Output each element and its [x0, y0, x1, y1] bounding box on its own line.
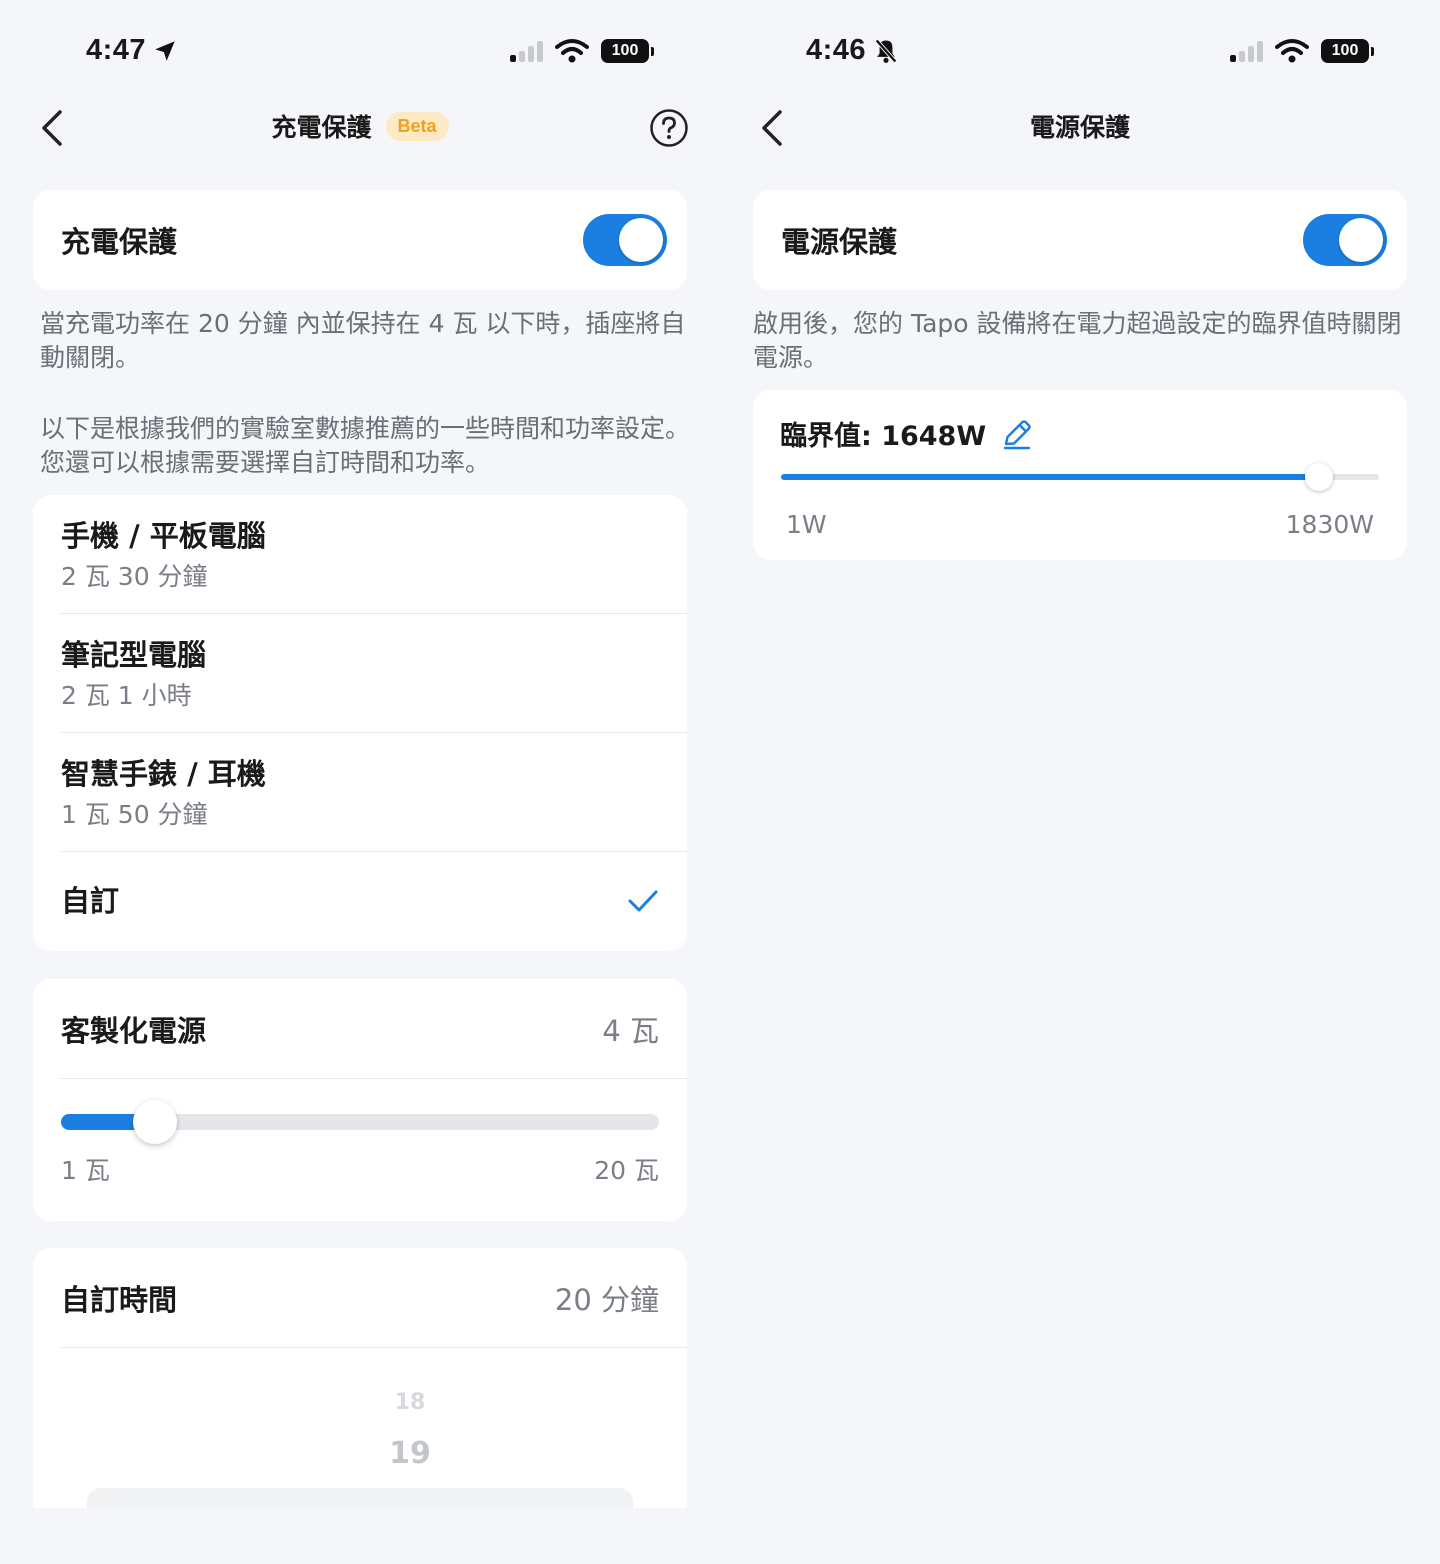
divider: [61, 1078, 687, 1079]
option-subtitle: 2 瓦 1 小時: [61, 681, 192, 710]
threshold-label: 臨界值: 1648W: [780, 421, 987, 452]
wifi-icon: [1275, 39, 1309, 63]
option-title: 智慧手錶 / 耳機: [61, 757, 266, 791]
checkmark-icon: [628, 890, 658, 912]
charge-protection-description: 當充電功率在 20 分鐘 內並保持在 4 瓦 以下時，插座將自動關閉。: [40, 309, 686, 372]
custom-power-card: 客製化電源 4 瓦 1 瓦 20 瓦: [33, 979, 687, 1221]
preset-description: 以下是根據我們的實驗室數據推薦的一些時間和功率設定。您還可以根據需要選擇自訂時間…: [40, 414, 691, 477]
picker-selection-band: [87, 1488, 633, 1508]
slider-max-label: 1830W: [1285, 510, 1374, 539]
edit-pencil-icon[interactable]: [1000, 417, 1034, 451]
page-title: 電源保護: [720, 108, 1440, 144]
slider-min-label: 1 瓦: [61, 1156, 110, 1185]
custom-time-card: 自訂時間 20 分鐘 18 19: [33, 1248, 687, 1508]
threshold-header: 臨界值: 1648W: [780, 414, 1034, 453]
option-title: 筆記型電腦: [61, 638, 207, 672]
option-subtitle: 1 瓦 50 分鐘: [61, 800, 208, 829]
preset-option-custom[interactable]: 自訂: [33, 852, 687, 950]
charge-protection-screen: 4:47 100 充電保護 Beta 充電保護 當充電功率在 20 分鐘 內並保…: [0, 0, 720, 1564]
battery-icon: 100: [1321, 39, 1374, 63]
power-protection-screen: 4:46 100 電源保護 電源保護 啟用後，您的 Tapo 設備將在電力超過設…: [720, 0, 1440, 1564]
page-title-text: 電源保護: [1029, 113, 1130, 142]
charge-protection-toggle[interactable]: [583, 214, 667, 266]
question-circle-icon: [650, 109, 688, 147]
slider-min-label: 1W: [786, 510, 827, 539]
option-subtitle: 2 瓦 30 分鐘: [61, 562, 208, 591]
page-title: 充電保護 Beta: [0, 108, 720, 144]
custom-power-slider[interactable]: [61, 1100, 659, 1144]
wifi-icon: [555, 39, 589, 63]
preset-option-laptop[interactable]: 筆記型電腦 2 瓦 1 小時: [33, 614, 687, 733]
cellular-signal-icon: [1230, 40, 1263, 62]
status-time-text: 4:47: [86, 34, 147, 66]
battery-level: 100: [1321, 39, 1369, 63]
custom-power-label: 客製化電源: [61, 1014, 207, 1048]
preset-option-phone-tablet[interactable]: 手機 / 平板電腦 2 瓦 30 分鐘: [33, 495, 687, 614]
slider-thumb[interactable]: [133, 1100, 177, 1144]
option-title: 手機 / 平板電腦: [61, 519, 266, 553]
threshold-slider[interactable]: [781, 463, 1379, 491]
status-time: 4:47: [86, 34, 178, 67]
divider: [61, 1347, 687, 1348]
bell-slash-icon: [875, 38, 897, 63]
slider-thumb[interactable]: [1305, 463, 1333, 491]
beta-badge: Beta: [385, 111, 449, 141]
status-icons: 100: [510, 38, 654, 64]
custom-power-value: 4 瓦: [602, 1014, 659, 1048]
power-protection-toggle[interactable]: [1303, 214, 1387, 266]
location-arrow-icon: [155, 40, 175, 61]
battery-icon: 100: [601, 39, 654, 63]
toggle-label: 電源保護: [781, 225, 898, 259]
slider-fill: [781, 474, 1319, 480]
power-protection-description: 啟用後，您的 Tapo 設備將在電力超過設定的臨界值時關閉電源。: [753, 309, 1402, 372]
cellular-signal-icon: [510, 40, 543, 62]
option-title: 自訂: [61, 884, 120, 918]
help-button[interactable]: [649, 108, 689, 148]
status-time-text: 4:46: [806, 34, 867, 66]
slider-max-label: 20 瓦: [594, 1156, 659, 1185]
page-title-text: 充電保護: [271, 113, 372, 142]
charge-protection-toggle-card: 充電保護: [33, 190, 687, 290]
status-icons: 100: [1230, 38, 1374, 64]
preset-options-card: 手機 / 平板電腦 2 瓦 30 分鐘 筆記型電腦 2 瓦 1 小時 智慧手錶 …: [33, 495, 687, 951]
threshold-card: 臨界值: 1648W 1W 1830W: [753, 390, 1407, 560]
picker-value: 19: [389, 1436, 431, 1471]
preset-option-watch-earbuds[interactable]: 智慧手錶 / 耳機 1 瓦 50 分鐘: [33, 733, 687, 852]
toggle-label: 充電保護: [61, 225, 178, 259]
power-protection-toggle-card: 電源保護: [753, 190, 1407, 290]
status-time: 4:46: [806, 34, 900, 67]
battery-level: 100: [601, 39, 649, 63]
custom-time-label: 自訂時間: [61, 1283, 178, 1317]
picker-value: 18: [394, 1390, 426, 1415]
custom-time-value: 20 分鐘: [554, 1283, 659, 1317]
